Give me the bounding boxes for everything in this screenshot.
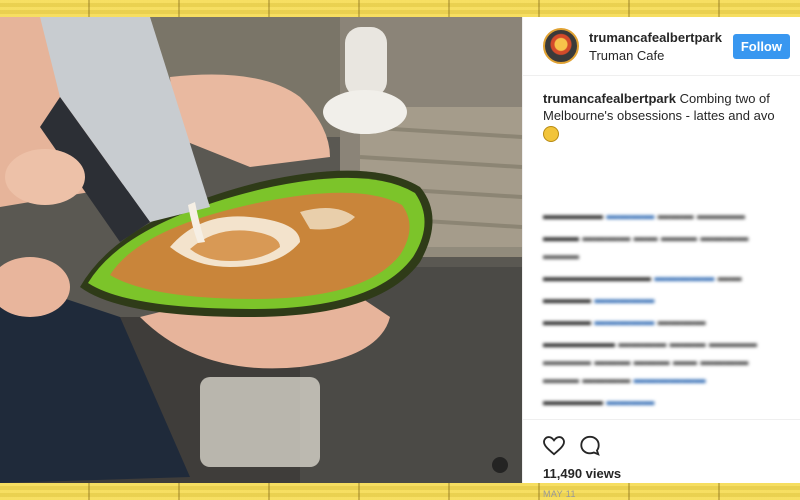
- post-location[interactable]: Truman Cafe: [589, 48, 733, 63]
- heart-icon[interactable]: [543, 436, 565, 456]
- author-username[interactable]: trumancafealbertpark: [589, 30, 733, 45]
- action-icons: [543, 434, 780, 458]
- follow-button[interactable]: Follow: [732, 33, 790, 59]
- video-frame: [0, 17, 522, 483]
- video-camera-icon[interactable]: [492, 457, 508, 473]
- view-count[interactable]: 11,490 views: [543, 466, 780, 481]
- post-video[interactable]: [0, 17, 522, 483]
- author-info: trumancafealbertpark Truman Cafe: [589, 30, 733, 63]
- blurred-comment: ▬▬▬▬ ▬▬▬▬▬ ▬▬▬▬: [543, 314, 706, 328]
- blurred-comment: [543, 184, 780, 202]
- blurred-comment: ▬▬▬ ▬▬▬▬ ▬▬ ▬▬▬ ▬▬▬▬ ▬▬▬: [543, 230, 749, 262]
- post-caption: trumancafealbertpark Combing two of Melb…: [543, 90, 780, 144]
- blurred-comment: ▬▬▬▬ ▬▬▬▬▬: [543, 292, 655, 306]
- blurred-comment: ▬▬▬▬▬▬ ▬▬▬▬ ▬▬▬ ▬▬▬▬ ▬▬▬▬ ▬▬▬ ▬▬▬ ▬▬ ▬▬▬…: [543, 336, 758, 386]
- comment-icon[interactable]: [579, 435, 601, 457]
- comments-section: trumancafealbertpark Combing two of Melb…: [523, 76, 800, 420]
- emoji-icon: [543, 126, 559, 142]
- blurred-comments: ▬▬▬▬▬ ▬▬▬▬ ▬▬▬ ▬▬▬▬ ▬▬▬ ▬▬▬▬ ▬▬ ▬▬▬ ▬▬▬▬…: [543, 162, 780, 410]
- caption-username[interactable]: trumancafealbertpark: [543, 91, 676, 106]
- post-actions: 11,490 views MAY 11: [523, 419, 800, 499]
- blurred-comment: ▬▬▬▬▬▬▬▬▬ ▬▬▬▬▬ ▬▬: [543, 270, 742, 284]
- instagram-post: trumancafealbertpark Truman Cafe Follow …: [0, 17, 800, 499]
- avatar[interactable]: [543, 28, 579, 64]
- blurred-comment: ▬▬▬▬▬ ▬▬▬▬ ▬▬▬ ▬▬▬▬: [543, 208, 746, 222]
- blurred-comment: ▬▬▬▬▬ ▬▬▬▬: [543, 394, 655, 408]
- post-header: trumancafealbertpark Truman Cafe Follow: [523, 17, 800, 76]
- post-sidebar: trumancafealbertpark Truman Cafe Follow …: [522, 17, 800, 499]
- blurred-comment: [543, 162, 780, 180]
- post-date[interactable]: MAY 11: [543, 489, 780, 499]
